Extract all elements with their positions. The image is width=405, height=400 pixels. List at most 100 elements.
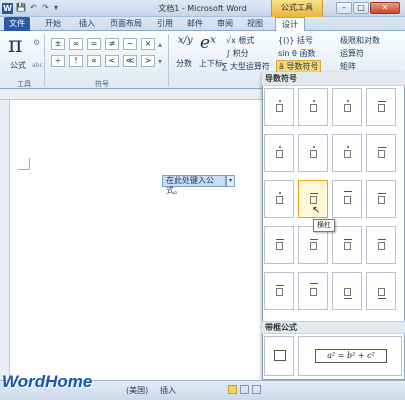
boxed-square-icon — [274, 350, 286, 361]
equals-symbol[interactable]: = — [87, 38, 101, 50]
accent-template-dot2[interactable] — [298, 134, 328, 172]
accent-overbar-mark — [310, 239, 318, 240]
accent-template-bar2[interactable] — [298, 272, 328, 310]
placeholder-box-icon — [378, 150, 385, 158]
tools-group-label: 工具 — [17, 80, 31, 88]
accent-template-arrow[interactable] — [264, 226, 294, 264]
accent-overbar-mark — [310, 193, 318, 194]
horizontal-ruler[interactable] — [0, 89, 262, 100]
placeholder-box-icon — [310, 150, 317, 158]
placeholder-box-icon — [276, 288, 283, 296]
function-button[interactable]: sin θ 函数 — [278, 48, 315, 59]
matrix-button[interactable]: 矩阵 — [340, 61, 356, 72]
greater-than-symbol[interactable]: > — [141, 55, 155, 67]
script-button-label[interactable]: 上下标 — [199, 58, 223, 69]
accent-template-dot1[interactable] — [264, 88, 294, 126]
accent-dot-mark — [279, 146, 281, 148]
fraction-button-label[interactable]: 分数 — [176, 58, 192, 69]
tab-home[interactable]: 开始 — [40, 17, 66, 31]
proportional-symbol[interactable]: ∝ — [87, 55, 101, 67]
status-language[interactable]: (美国) — [126, 385, 148, 396]
script-icon[interactable]: eˣ — [200, 33, 216, 53]
accent-template-line[interactable] — [366, 88, 396, 126]
placeholder-box-icon — [378, 242, 385, 250]
factorial-symbol[interactable]: ! — [69, 55, 83, 67]
accent-template-bar2[interactable] — [332, 180, 362, 218]
accent-dot-mark — [347, 146, 349, 148]
accent-dot-mark — [347, 100, 349, 102]
limit-log-button[interactable]: 极限和对数 — [340, 35, 380, 46]
infinity-symbol[interactable]: ∞ — [69, 38, 83, 50]
accent-template-line[interactable] — [366, 134, 396, 172]
equation-options-dropdown[interactable]: ▾ — [226, 175, 235, 187]
print-layout-view-icon[interactable] — [228, 385, 237, 394]
accent-template-dot3[interactable] — [332, 134, 362, 172]
accent-template-underb[interactable] — [366, 272, 396, 310]
accent-template-dot2[interactable] — [298, 88, 328, 126]
placeholder-box-icon — [276, 196, 283, 204]
divide-symbol[interactable]: ÷ — [51, 55, 65, 67]
mouse-cursor-icon: ↖ — [312, 205, 321, 216]
tab-references[interactable]: 引用 — [152, 17, 178, 31]
less-than-symbol[interactable]: < — [105, 55, 119, 67]
accent-template-line[interactable] — [366, 180, 396, 218]
accent-overbar-mark — [344, 239, 352, 240]
accent-template-harpl[interactable] — [366, 226, 396, 264]
placeholder-box-icon — [344, 104, 351, 112]
normal-text-icon[interactable]: abc — [32, 62, 43, 69]
document-page[interactable] — [10, 100, 262, 380]
tab-design[interactable]: 设计 — [275, 17, 305, 32]
boxed-formula-example[interactable]: a² = b² + c² — [298, 336, 402, 376]
pi-icon[interactable]: π — [8, 33, 22, 58]
tab-page-layout[interactable]: 页面布局 — [106, 17, 146, 31]
accent-dot-mark — [313, 100, 315, 102]
accent-template-dot1[interactable] — [264, 134, 294, 172]
accent-template-bar[interactable] — [264, 272, 294, 310]
plus-minus-symbol[interactable]: ± — [51, 38, 65, 50]
symbols-scroll-up-icon[interactable]: ▴ — [158, 40, 162, 49]
web-view-icon[interactable] — [252, 385, 261, 394]
accent-template-under[interactable] — [332, 272, 362, 310]
fraction-icon[interactable]: x/y — [178, 35, 193, 46]
tab-file[interactable]: 文件 — [4, 17, 30, 31]
accent-overbar-mark — [344, 191, 352, 192]
accent-template-dot3[interactable] — [332, 88, 362, 126]
full-screen-view-icon[interactable] — [240, 385, 249, 394]
accent-overbar-mark — [378, 147, 386, 148]
tab-review[interactable]: 审阅 — [212, 17, 238, 31]
maximize-button[interactable]: □ — [353, 2, 369, 14]
vertical-ruler[interactable] — [0, 100, 10, 380]
placeholder-box-icon — [276, 242, 283, 250]
gallery-section-title-boxed: 带框公式 — [262, 321, 405, 334]
close-button[interactable]: ✕ — [370, 2, 400, 14]
group-separator — [168, 34, 169, 86]
much-less-than-symbol[interactable]: ≪ — [123, 55, 137, 67]
accent-template-dot1[interactable] — [264, 180, 294, 218]
contextual-tab-group-equation-tools: 公式工具 — [271, 0, 323, 17]
integral-button[interactable]: ∫ 积分 — [226, 48, 249, 59]
equation-button-label[interactable]: 公式 — [10, 60, 26, 71]
placeholder-box-icon — [378, 196, 385, 204]
placeholder-box-icon — [344, 242, 351, 250]
equation-options-icon[interactable]: ⚙ — [33, 38, 40, 47]
tab-view[interactable]: 视图 — [242, 17, 268, 31]
bracket-button[interactable]: {()} 括号 — [278, 35, 313, 46]
accent-template-harp[interactable] — [332, 226, 362, 264]
radical-button[interactable]: √x 根式 — [226, 35, 254, 46]
boxed-formula-empty[interactable] — [264, 336, 294, 376]
operator-button[interactable]: 运算符 — [340, 48, 364, 59]
tilde-symbol[interactable]: ~ — [123, 38, 137, 50]
large-operator-button[interactable]: ∑ 大型运算符 — [222, 61, 270, 72]
minimize-button[interactable]: – — [336, 2, 352, 14]
placeholder-box-icon — [276, 104, 283, 112]
symbols-more-icon[interactable]: ▾ — [158, 57, 162, 66]
tab-mailings[interactable]: 邮件 — [182, 17, 208, 31]
tab-insert[interactable]: 插入 — [74, 17, 100, 31]
not-equal-symbol[interactable]: ≠ — [105, 38, 119, 50]
times-symbol[interactable]: × — [141, 38, 155, 50]
placeholder-box-icon — [344, 288, 351, 296]
placeholder-box-icon — [378, 288, 385, 296]
equation-placeholder[interactable]: 在此处键入公式。 — [162, 175, 226, 195]
status-insert-mode[interactable]: 插入 — [160, 385, 176, 396]
placeholder-box-icon — [276, 150, 283, 158]
